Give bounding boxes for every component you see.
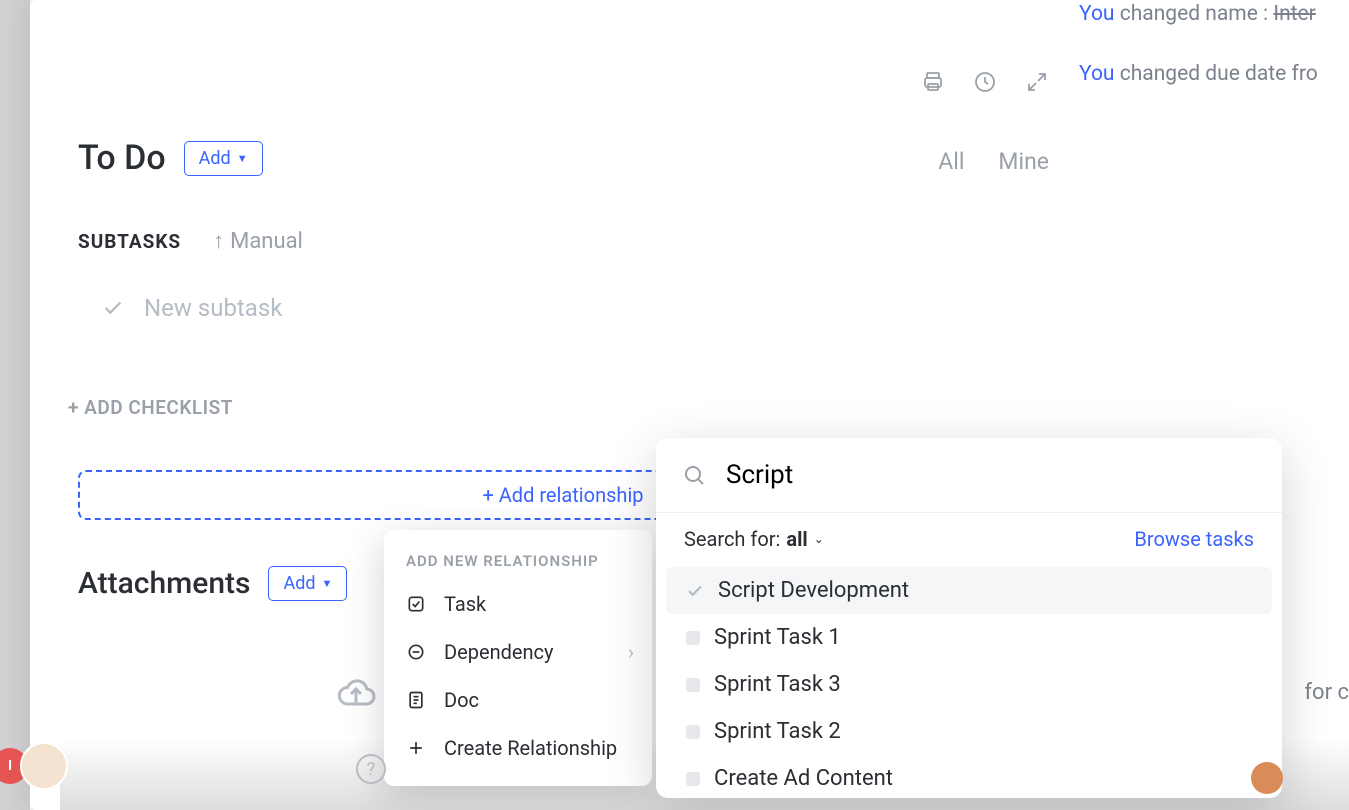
print-icon[interactable] [921, 70, 945, 98]
activity-tabs: All Mine [938, 148, 1049, 175]
modal-backdrop [0, 0, 30, 810]
subtasks-section: SUBTASKS ↑ Manual New subtask [78, 228, 303, 322]
relationship-type-menu: ADD NEW RELATIONSHIP Task Dependency › D… [384, 530, 652, 786]
chevron-down-icon: ▼ [322, 577, 333, 590]
chevron-down-icon: ▼ [237, 152, 248, 165]
new-subtask-row[interactable]: New subtask [102, 294, 303, 322]
search-input-row [656, 438, 1282, 513]
activity-item: You changed due date fro [1079, 62, 1349, 86]
search-result-item[interactable]: Create Ad Content [666, 755, 1272, 798]
search-result-label: Sprint Task 3 [714, 672, 841, 697]
panel-top-actions [921, 70, 1049, 98]
check-icon [102, 297, 124, 319]
search-filter-prefix: Search for: [684, 527, 780, 551]
subtasks-heading: SUBTASKS [78, 230, 181, 253]
status-row: To Do Add ▼ [78, 138, 263, 178]
attachments-add-button[interactable]: Add ▼ [268, 566, 347, 601]
search-result-item[interactable]: Sprint Task 1 [666, 614, 1272, 661]
status-square-icon [686, 772, 700, 786]
activity-text: changed name : [1120, 2, 1274, 26]
task-icon [406, 594, 426, 614]
rel-menu-item-doc[interactable]: Doc [384, 676, 652, 724]
search-filter-row: Search for: all ⌄ Browse tasks [656, 513, 1282, 551]
add-relationship-label: + Add relationship [482, 483, 643, 507]
rel-menu-label: Task [444, 592, 486, 616]
attachments-section: Attachments Add ▼ [78, 566, 347, 601]
rel-menu-item-create[interactable]: Create Relationship [384, 724, 652, 772]
activity-feed: You changed name : Inter You changed due… [1079, 0, 1349, 122]
subtasks-sort-button[interactable]: ↑ Manual [213, 228, 303, 254]
activity-actor: You [1079, 62, 1115, 86]
status-square-icon [686, 725, 700, 739]
activity-item: You changed name : Inter [1079, 2, 1349, 26]
task-status-title: To Do [78, 138, 166, 178]
doc-icon [406, 690, 426, 710]
new-subtask-placeholder: New subtask [144, 294, 282, 322]
help-icon[interactable]: ? [356, 754, 386, 784]
add-button-label: Add [199, 148, 231, 169]
rel-menu-label: Dependency [444, 640, 553, 664]
relationship-menu-header: ADD NEW RELATIONSHIP [384, 548, 652, 580]
activity-text: changed due date fro [1120, 62, 1318, 86]
user-avatar-cluster[interactable]: I [0, 742, 68, 790]
search-icon [682, 462, 706, 488]
subtasks-sort-label: Manual [230, 229, 303, 254]
attachments-add-label: Add [283, 573, 315, 594]
commenter-avatar[interactable] [1251, 762, 1283, 794]
search-result-label: Create Ad Content [714, 766, 893, 791]
chevron-down-icon: ⌄ [814, 532, 824, 546]
search-result-item[interactable]: Script Development [666, 567, 1272, 614]
search-result-item[interactable]: Sprint Task 3 [666, 661, 1272, 708]
task-search-popover: Search for: all ⌄ Browse tasks Script De… [656, 438, 1282, 798]
rel-menu-item-dependency[interactable]: Dependency › [384, 628, 652, 676]
search-result-label: Sprint Task 2 [714, 719, 841, 744]
user-avatar [20, 742, 68, 790]
rel-menu-label: Create Relationship [444, 736, 617, 760]
plus-icon [406, 738, 426, 758]
search-input[interactable] [726, 460, 1256, 490]
status-square-icon [686, 678, 700, 692]
status-square-icon [686, 631, 700, 645]
add-checklist-button[interactable]: + ADD CHECKLIST [68, 396, 233, 419]
search-filter-scope[interactable]: Search for: all ⌄ [684, 527, 824, 551]
search-results: Script Development Sprint Task 1 Sprint … [656, 551, 1282, 798]
add-dropdown-button[interactable]: Add ▼ [184, 141, 263, 176]
browse-tasks-link[interactable]: Browse tasks [1134, 527, 1254, 551]
rel-menu-label: Doc [444, 688, 479, 712]
attachments-heading: Attachments [78, 566, 250, 601]
activity-actor: You [1079, 2, 1115, 26]
arrow-up-icon: ↑ [213, 228, 224, 254]
search-result-item[interactable]: Sprint Task 2 [666, 708, 1272, 755]
search-filter-value: all [786, 527, 807, 551]
search-result-label: Sprint Task 1 [714, 625, 841, 650]
check-icon [686, 582, 704, 600]
dependency-icon [406, 642, 426, 662]
chevron-right-icon: › [628, 640, 634, 664]
search-result-label: Script Development [718, 578, 909, 603]
expand-icon[interactable] [1025, 70, 1049, 98]
history-icon[interactable] [973, 70, 997, 98]
cloud-upload-icon [336, 674, 376, 714]
partial-text: for c [1304, 680, 1349, 705]
rel-menu-item-task[interactable]: Task [384, 580, 652, 628]
activity-old-value: Inter [1273, 2, 1315, 26]
tab-all[interactable]: All [938, 148, 964, 175]
tab-mine[interactable]: Mine [998, 148, 1049, 175]
